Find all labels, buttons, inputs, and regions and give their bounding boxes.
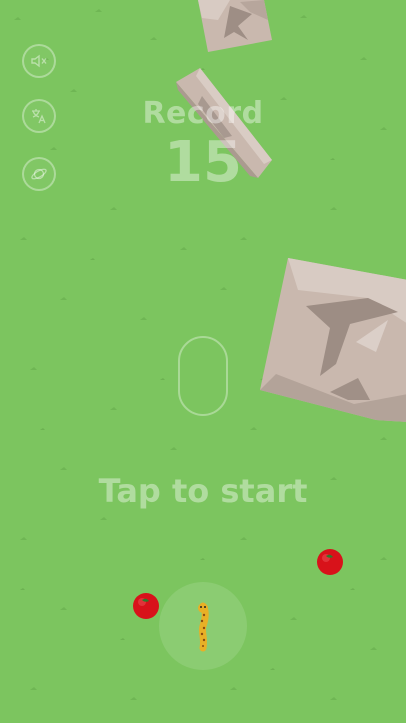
record-score: 15 xyxy=(164,130,242,195)
rock-obstacle xyxy=(198,0,272,52)
record-label: Record xyxy=(142,96,264,131)
rock-obstacle xyxy=(260,258,406,422)
joystick-outline xyxy=(178,336,228,416)
apple-food xyxy=(317,549,343,575)
sound-toggle-button[interactable] xyxy=(22,44,56,78)
tap-to-start-prompt[interactable]: Tap to start xyxy=(0,472,406,510)
snake-player xyxy=(198,602,209,652)
speaker-muted-icon xyxy=(31,54,47,68)
apple-food xyxy=(133,593,159,619)
